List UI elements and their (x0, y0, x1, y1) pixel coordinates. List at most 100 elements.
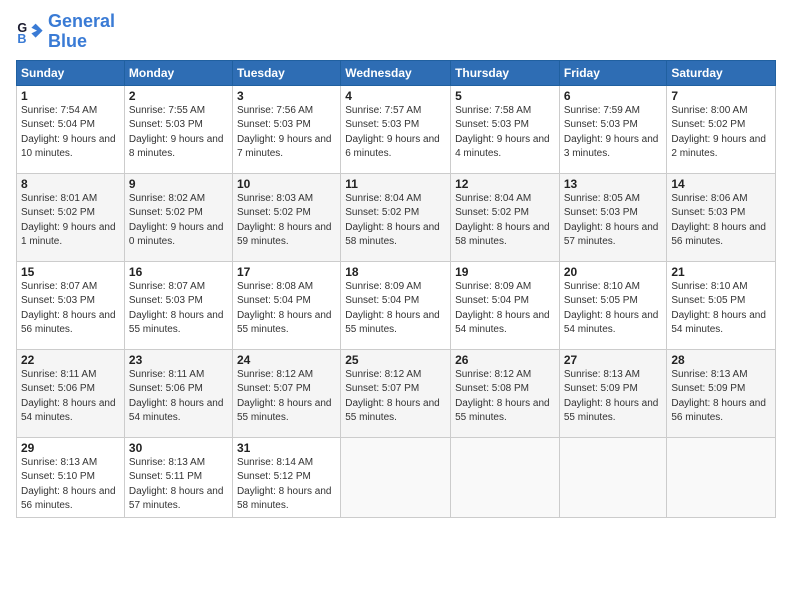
day-info: Sunrise: 8:03 AMSunset: 5:02 PMDaylight:… (237, 192, 336, 250)
day-cell: 24Sunrise: 8:12 AMSunset: 5:07 PMDayligh… (232, 349, 340, 437)
day-cell: 16Sunrise: 8:07 AMSunset: 5:03 PMDayligh… (124, 261, 232, 349)
day-number: 14 (671, 177, 771, 191)
day-info: Sunrise: 7:58 AMSunset: 5:03 PMDaylight:… (455, 104, 555, 162)
day-info: Sunrise: 8:10 AMSunset: 5:05 PMDaylight:… (671, 280, 771, 338)
day-number: 23 (129, 353, 228, 367)
day-cell: 13Sunrise: 8:05 AMSunset: 5:03 PMDayligh… (559, 173, 667, 261)
day-info: Sunrise: 8:10 AMSunset: 5:05 PMDaylight:… (564, 280, 663, 338)
day-number: 25 (345, 353, 446, 367)
day-cell: 25Sunrise: 8:12 AMSunset: 5:07 PMDayligh… (341, 349, 451, 437)
day-cell: 5Sunrise: 7:58 AMSunset: 5:03 PMDaylight… (451, 85, 560, 173)
day-number: 3 (237, 89, 336, 103)
day-number: 19 (455, 265, 555, 279)
day-cell: 6Sunrise: 7:59 AMSunset: 5:03 PMDaylight… (559, 85, 667, 173)
day-number: 17 (237, 265, 336, 279)
day-cell: 31Sunrise: 8:14 AMSunset: 5:12 PMDayligh… (232, 437, 340, 517)
day-info: Sunrise: 8:09 AMSunset: 5:04 PMDaylight:… (455, 280, 555, 338)
day-info: Sunrise: 8:04 AMSunset: 5:02 PMDaylight:… (345, 192, 446, 250)
day-info: Sunrise: 7:54 AMSunset: 5:04 PMDaylight:… (21, 104, 120, 162)
day-info: Sunrise: 8:11 AMSunset: 5:06 PMDaylight:… (129, 368, 228, 426)
day-number: 5 (455, 89, 555, 103)
empty-day-cell (559, 437, 667, 517)
day-cell: 18Sunrise: 8:09 AMSunset: 5:04 PMDayligh… (341, 261, 451, 349)
day-info: Sunrise: 8:13 AMSunset: 5:09 PMDaylight:… (671, 368, 771, 426)
day-cell: 1Sunrise: 7:54 AMSunset: 5:04 PMDaylight… (17, 85, 125, 173)
day-number: 26 (455, 353, 555, 367)
day-number: 8 (21, 177, 120, 191)
day-number: 1 (21, 89, 120, 103)
day-cell: 10Sunrise: 8:03 AMSunset: 5:02 PMDayligh… (232, 173, 340, 261)
day-info: Sunrise: 8:07 AMSunset: 5:03 PMDaylight:… (21, 280, 120, 338)
day-cell: 17Sunrise: 8:08 AMSunset: 5:04 PMDayligh… (232, 261, 340, 349)
day-cell: 29Sunrise: 8:13 AMSunset: 5:10 PMDayligh… (17, 437, 125, 517)
day-number: 21 (671, 265, 771, 279)
day-info: Sunrise: 8:07 AMSunset: 5:03 PMDaylight:… (129, 280, 228, 338)
logo-text: GeneralBlue (48, 12, 115, 52)
day-info: Sunrise: 8:13 AMSunset: 5:11 PMDaylight:… (129, 456, 228, 514)
calendar-header-row: SundayMondayTuesdayWednesdayThursdayFrid… (17, 60, 776, 85)
day-info: Sunrise: 7:55 AMSunset: 5:03 PMDaylight:… (129, 104, 228, 162)
day-cell: 3Sunrise: 7:56 AMSunset: 5:03 PMDaylight… (232, 85, 340, 173)
day-cell: 15Sunrise: 8:07 AMSunset: 5:03 PMDayligh… (17, 261, 125, 349)
weekday-header: Saturday (667, 60, 776, 85)
day-number: 30 (129, 441, 228, 455)
day-cell: 12Sunrise: 8:04 AMSunset: 5:02 PMDayligh… (451, 173, 560, 261)
day-cell: 30Sunrise: 8:13 AMSunset: 5:11 PMDayligh… (124, 437, 232, 517)
day-info: Sunrise: 8:08 AMSunset: 5:04 PMDaylight:… (237, 280, 336, 338)
day-cell: 8Sunrise: 8:01 AMSunset: 5:02 PMDaylight… (17, 173, 125, 261)
day-info: Sunrise: 8:00 AMSunset: 5:02 PMDaylight:… (671, 104, 771, 162)
day-cell: 14Sunrise: 8:06 AMSunset: 5:03 PMDayligh… (667, 173, 776, 261)
calendar-table: SundayMondayTuesdayWednesdayThursdayFrid… (16, 60, 776, 518)
day-number: 15 (21, 265, 120, 279)
weekday-header: Friday (559, 60, 667, 85)
day-number: 28 (671, 353, 771, 367)
day-cell: 11Sunrise: 8:04 AMSunset: 5:02 PMDayligh… (341, 173, 451, 261)
empty-day-cell (451, 437, 560, 517)
logo: G B GeneralBlue (16, 12, 115, 52)
day-number: 16 (129, 265, 228, 279)
day-number: 18 (345, 265, 446, 279)
day-cell: 4Sunrise: 7:57 AMSunset: 5:03 PMDaylight… (341, 85, 451, 173)
day-info: Sunrise: 8:02 AMSunset: 5:02 PMDaylight:… (129, 192, 228, 250)
day-cell: 28Sunrise: 8:13 AMSunset: 5:09 PMDayligh… (667, 349, 776, 437)
day-number: 12 (455, 177, 555, 191)
weekday-header: Monday (124, 60, 232, 85)
day-cell: 19Sunrise: 8:09 AMSunset: 5:04 PMDayligh… (451, 261, 560, 349)
day-info: Sunrise: 7:59 AMSunset: 5:03 PMDaylight:… (564, 104, 663, 162)
day-number: 2 (129, 89, 228, 103)
day-info: Sunrise: 8:06 AMSunset: 5:03 PMDaylight:… (671, 192, 771, 250)
day-cell: 26Sunrise: 8:12 AMSunset: 5:08 PMDayligh… (451, 349, 560, 437)
day-info: Sunrise: 8:04 AMSunset: 5:02 PMDaylight:… (455, 192, 555, 250)
day-cell: 20Sunrise: 8:10 AMSunset: 5:05 PMDayligh… (559, 261, 667, 349)
day-number: 29 (21, 441, 120, 455)
day-number: 4 (345, 89, 446, 103)
day-cell: 7Sunrise: 8:00 AMSunset: 5:02 PMDaylight… (667, 85, 776, 173)
day-number: 7 (671, 89, 771, 103)
day-info: Sunrise: 8:05 AMSunset: 5:03 PMDaylight:… (564, 192, 663, 250)
day-number: 13 (564, 177, 663, 191)
day-cell: 22Sunrise: 8:11 AMSunset: 5:06 PMDayligh… (17, 349, 125, 437)
day-number: 11 (345, 177, 446, 191)
day-info: Sunrise: 7:57 AMSunset: 5:03 PMDaylight:… (345, 104, 446, 162)
day-cell: 27Sunrise: 8:13 AMSunset: 5:09 PMDayligh… (559, 349, 667, 437)
day-cell: 21Sunrise: 8:10 AMSunset: 5:05 PMDayligh… (667, 261, 776, 349)
day-number: 10 (237, 177, 336, 191)
empty-day-cell (341, 437, 451, 517)
day-number: 27 (564, 353, 663, 367)
day-cell: 23Sunrise: 8:11 AMSunset: 5:06 PMDayligh… (124, 349, 232, 437)
day-number: 24 (237, 353, 336, 367)
day-info: Sunrise: 8:12 AMSunset: 5:08 PMDaylight:… (455, 368, 555, 426)
day-number: 22 (21, 353, 120, 367)
empty-day-cell (667, 437, 776, 517)
day-number: 20 (564, 265, 663, 279)
day-info: Sunrise: 8:13 AMSunset: 5:09 PMDaylight:… (564, 368, 663, 426)
day-info: Sunrise: 8:09 AMSunset: 5:04 PMDaylight:… (345, 280, 446, 338)
svg-text:B: B (17, 32, 26, 46)
day-number: 31 (237, 441, 336, 455)
page-header: G B GeneralBlue (16, 12, 776, 52)
day-info: Sunrise: 8:13 AMSunset: 5:10 PMDaylight:… (21, 456, 120, 514)
day-info: Sunrise: 7:56 AMSunset: 5:03 PMDaylight:… (237, 104, 336, 162)
weekday-header: Wednesday (341, 60, 451, 85)
weekday-header: Thursday (451, 60, 560, 85)
day-info: Sunrise: 8:14 AMSunset: 5:12 PMDaylight:… (237, 456, 336, 514)
